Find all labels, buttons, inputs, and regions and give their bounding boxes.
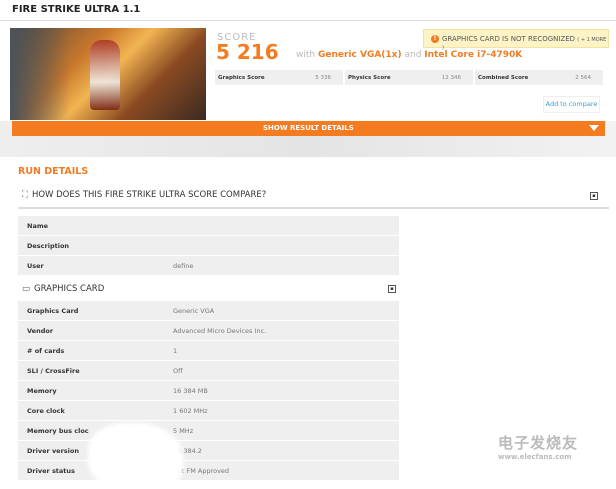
divider: [18, 207, 609, 209]
table-row: Name: [18, 216, 399, 235]
run-details-table: Name Description User define: [18, 215, 399, 276]
warning-banner[interactable]: ! GRAPHICS CARD IS NOT RECOGNIZED ( + 1 M…: [423, 29, 609, 51]
add-to-compare-button[interactable]: Add to compare: [543, 96, 600, 113]
table-row: Memory bus cloc 5 MHz: [18, 421, 399, 440]
table-row: User define: [18, 256, 399, 275]
page-title: FIRE STRIKE ULTRA 1.1: [12, 4, 141, 15]
show-result-details-button[interactable]: SHOW RESULT DETAILS: [12, 121, 605, 136]
table-row: Vendor Advanced Micro Devices Inc.: [18, 321, 399, 340]
gpu-link[interactable]: Generic VGA(1x): [318, 50, 402, 60]
row-label: Memory: [18, 381, 164, 400]
row-value: [164, 236, 399, 255]
score-system: with Generic VGA(1x) and Intel Core i7-4…: [296, 50, 523, 60]
cpu-link[interactable]: Intel Core i7-4790K: [424, 50, 522, 60]
table-row: Description: [18, 236, 399, 255]
row-label: Description: [18, 236, 164, 255]
compare-section-header[interactable]: ⛶ HOW DOES THIS FIRE STRIKE ULTRA SCORE C…: [22, 190, 266, 200]
warning-icon: !: [431, 35, 439, 43]
table-row: Driver status Not FM Approved: [18, 461, 399, 480]
row-label: Core clock: [18, 401, 164, 420]
row-value: Not FM Approved: [164, 461, 399, 480]
combined-score: Combined Score 2 564: [475, 70, 603, 85]
expand-icon[interactable]: ▪: [388, 285, 396, 293]
row-value: 16 384 MB: [164, 381, 399, 400]
score-value: 5 216: [216, 40, 279, 64]
row-value: Advanced Micro Devices Inc.: [164, 321, 399, 340]
graphics-card-table: Graphics Card Generic VGA Vendor Advanced M…: [18, 300, 399, 481]
score-panel: SCORE 5 216 with Generic VGA(1x) and Int…: [206, 26, 609, 121]
chevron-down-icon: [589, 125, 599, 131]
row-value: 1: [164, 341, 399, 360]
table-row: # of cards 1: [18, 341, 399, 360]
row-label: Vendor: [18, 321, 164, 340]
watermark-logo: 电子发烧友 www.elecfans.com: [498, 434, 579, 461]
row-value: 19.384.2: [164, 441, 399, 460]
subscores: Graphics Score 5 336 Physics Score 12 346 …: [215, 70, 603, 85]
graphics-card-section-header[interactable]: ▭ GRAPHICS CARD: [22, 284, 104, 294]
run-details-heading: RUN DETAILS: [18, 166, 89, 177]
row-value: Generic VGA: [164, 301, 399, 320]
redaction: [88, 423, 183, 489]
row-label: Graphics Card: [18, 301, 164, 320]
row-value: Off: [164, 361, 399, 380]
row-label: Name: [18, 216, 164, 235]
expand-icon[interactable]: ▪: [590, 192, 598, 200]
table-row: Core clock 1 602 MHz: [18, 401, 399, 420]
table-row: SLI / CrossFire Off: [18, 361, 399, 380]
graphics-score: Graphics Score 5 336: [215, 70, 343, 85]
monitor-icon: ▭: [22, 284, 31, 294]
physics-score: Physics Score 12 346: [345, 70, 473, 85]
chart-icon: ⛶: [22, 190, 28, 200]
table-row: Memory 16 384 MB: [18, 381, 399, 400]
row-value: define: [164, 256, 399, 275]
divider: [0, 20, 616, 21]
row-label: # of cards: [18, 341, 164, 360]
row-value: 5 MHz: [164, 421, 399, 440]
row-label: User: [18, 256, 164, 275]
table-row: Driver version 19.384.2: [18, 441, 399, 460]
row-value: 1 602 MHz: [164, 401, 399, 420]
table-row: Graphics Card Generic VGA: [18, 301, 399, 320]
row-value: [164, 216, 399, 235]
benchmark-image: [10, 28, 206, 120]
row-label: SLI / CrossFire: [18, 361, 164, 380]
